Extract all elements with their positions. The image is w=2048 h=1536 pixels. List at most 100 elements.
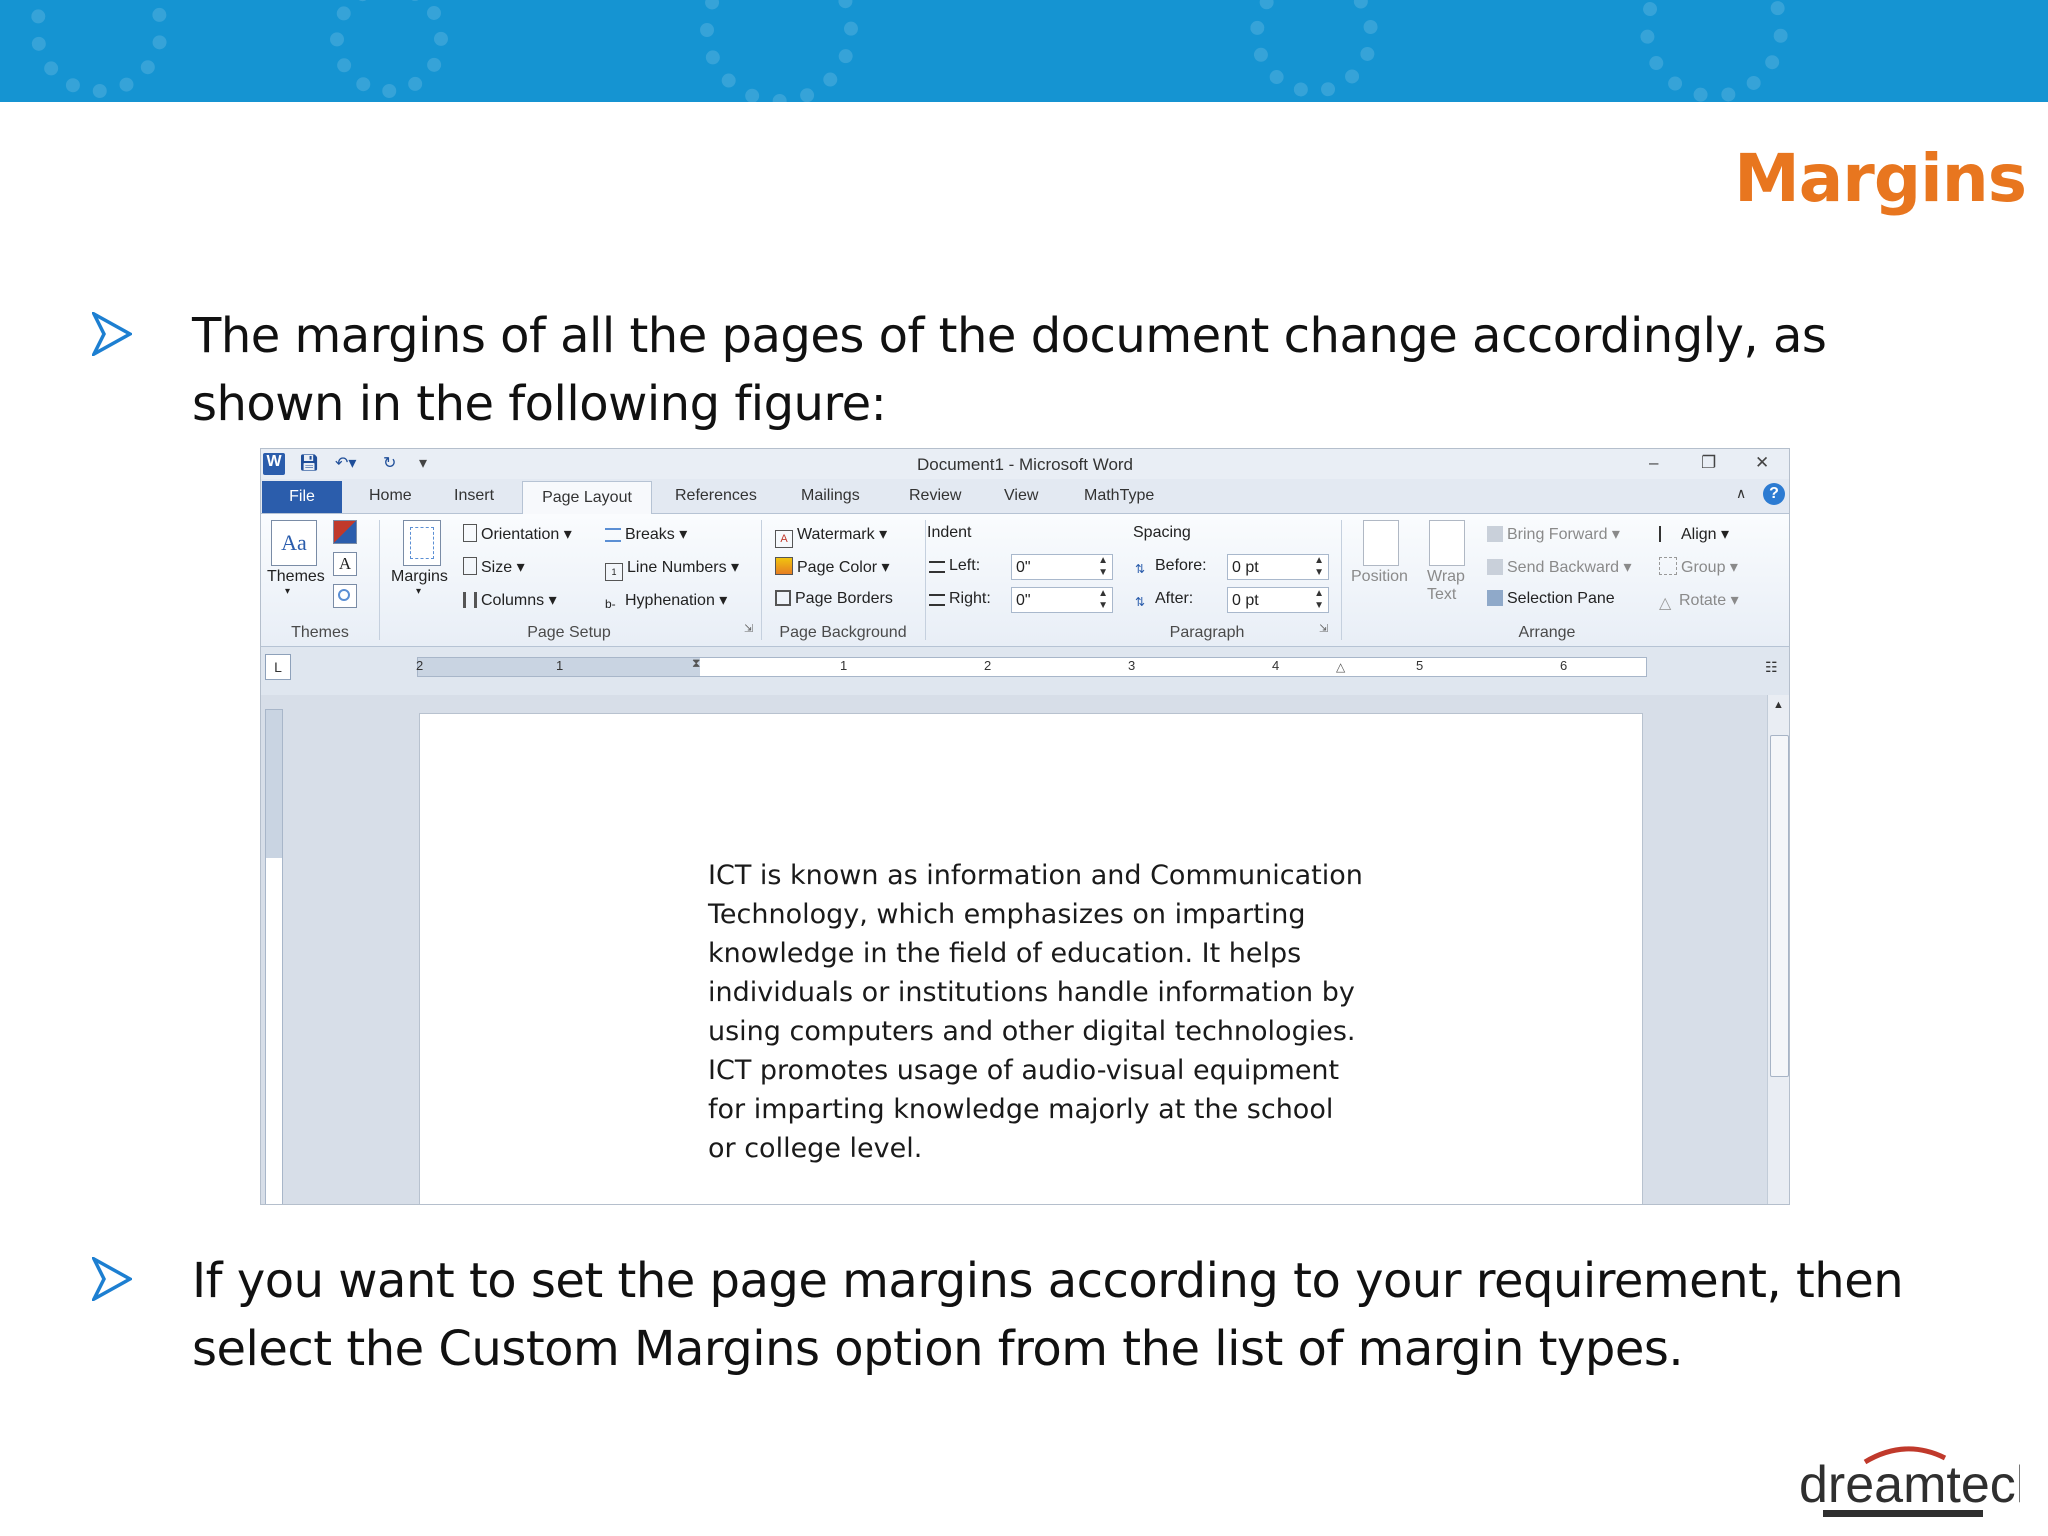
minimize-icon[interactable]: – — [1649, 453, 1658, 473]
spinner-arrows-icon[interactable]: ▲ ▼ — [1314, 588, 1324, 612]
ruler-number: 2 — [416, 658, 424, 673]
spinner-arrows-icon[interactable]: ▲ ▼ — [1098, 588, 1108, 612]
top-margin-area — [266, 710, 282, 858]
group-label: Group — [1681, 559, 1726, 576]
tab-home[interactable]: Home — [369, 487, 412, 505]
margins-button[interactable]: Margins — [391, 568, 448, 586]
ribbon: Aa Themes ▾ A Themes Margins ▾ Orientati… — [261, 514, 1789, 647]
tab-view[interactable]: View — [1004, 487, 1038, 505]
bullet-text: The margins of all the pages of the docu… — [192, 308, 1827, 432]
page-borders-button[interactable]: Page Borders — [775, 590, 893, 608]
ribbon-tab-bar: File Home Insert Page Layout References … — [261, 479, 1789, 515]
selection-pane-icon — [1487, 590, 1503, 606]
decorative-gear — [1640, 0, 1788, 102]
position-icon[interactable] — [1363, 520, 1399, 566]
columns-label: Columns — [481, 592, 545, 609]
align-label: Align — [1681, 526, 1717, 543]
view-ruler-icon[interactable]: ☷ — [1765, 659, 1778, 676]
themes-icon[interactable]: Aa — [271, 520, 317, 566]
tab-insert[interactable]: Insert — [454, 487, 494, 505]
indent-right-label: Right: — [929, 590, 991, 608]
send-backward-button[interactable]: Send Backward ▾ — [1487, 557, 1632, 577]
rotate-button[interactable]: △ Rotate ▾ — [1659, 590, 1739, 612]
page-background-group-label: Page Background — [779, 624, 907, 641]
indent-left-value: 0" — [1016, 559, 1031, 576]
scroll-up-icon[interactable]: ▲ — [1773, 699, 1784, 711]
spinner-arrows-icon[interactable]: ▲ ▼ — [1098, 555, 1108, 579]
tab-references[interactable]: References — [675, 487, 757, 505]
orientation-icon — [463, 524, 477, 542]
collapse-ribbon-icon[interactable]: ∧ — [1736, 485, 1746, 502]
align-button[interactable]: Align ▾ — [1659, 524, 1729, 544]
chevron-down-icon: ▾ — [416, 586, 422, 597]
columns-button[interactable]: Columns ▾ — [463, 590, 557, 610]
page-borders-label: Page Borders — [795, 590, 893, 607]
watermark-button[interactable]: A Watermark ▾ — [775, 524, 887, 548]
bring-forward-button[interactable]: Bring Forward ▾ — [1487, 524, 1620, 544]
document-page[interactable]: ICT is known as information and Communic… — [419, 713, 1643, 1204]
orientation-label: Orientation — [481, 526, 560, 543]
line-numbers-button[interactable]: 1 Line Numbers ▾ — [605, 557, 739, 581]
tab-file[interactable]: File — [262, 481, 342, 513]
wrap-text-button[interactable]: Wrap — [1427, 568, 1465, 586]
indent-left-text: Left: — [949, 557, 981, 574]
page-color-label: Page Color — [797, 559, 878, 576]
send-backward-icon — [1487, 559, 1503, 575]
group-separator — [1341, 520, 1342, 640]
breaks-button[interactable]: Breaks ▾ — [605, 524, 687, 544]
tab-page-layout[interactable]: Page Layout — [522, 481, 652, 515]
spacing-before-text: Before: — [1155, 557, 1207, 574]
restore-icon[interactable]: ❐ — [1701, 453, 1716, 473]
spinner-arrows-icon[interactable]: ▲ ▼ — [1314, 555, 1324, 579]
spacing-before-value: 0 pt — [1232, 559, 1259, 576]
help-icon[interactable]: ? — [1763, 483, 1785, 505]
document-text[interactable]: ICT is known as information and Communic… — [708, 856, 1368, 1168]
ruler-number: 1 — [556, 658, 564, 673]
ruler-number: 4 — [1272, 658, 1280, 673]
close-icon[interactable]: ✕ — [1755, 453, 1769, 473]
logo-swoosh-icon: dreamtech — [1799, 1446, 2045, 1517]
tab-mathtype[interactable]: MathType — [1084, 487, 1154, 505]
right-indent-marker-icon[interactable]: △ — [1336, 660, 1345, 674]
indent-right-input[interactable]: 0" ▲ ▼ — [1011, 587, 1113, 613]
dialog-launcher-icon[interactable]: ⇲ — [744, 622, 753, 635]
spacing-before-input[interactable]: 0 pt ▲ ▼ — [1227, 554, 1329, 580]
group-button[interactable]: Group ▾ — [1659, 557, 1738, 577]
wrap-text-icon[interactable] — [1429, 520, 1465, 566]
left-indent-marker-icon[interactable]: ⧗ — [692, 656, 700, 671]
wrap-text-button-line2: Text — [1427, 586, 1457, 603]
margins-icon[interactable] — [403, 520, 441, 566]
hyphenation-button[interactable]: b‐ Hyphenation ▾ — [605, 590, 727, 613]
hyphenation-icon: b‐ — [605, 597, 616, 611]
orientation-button[interactable]: Orientation ▾ — [463, 524, 572, 544]
theme-fonts-icon[interactable]: A — [333, 552, 357, 576]
tab-selector-button[interactable]: L — [265, 654, 291, 680]
selection-pane-button[interactable]: Selection Pane — [1487, 590, 1615, 608]
vertical-ruler[interactable] — [265, 709, 283, 1204]
position-button[interactable]: Position — [1351, 568, 1408, 586]
size-button[interactable]: Size ▾ — [463, 557, 525, 577]
group-separator — [379, 520, 380, 640]
window-title: Document1 - Microsoft Word — [916, 455, 1134, 474]
page-color-button[interactable]: Page Color ▾ — [775, 557, 890, 577]
watermark-label: Watermark — [797, 526, 875, 543]
tab-mailings[interactable]: Mailings — [801, 487, 860, 505]
theme-effects-icon[interactable] — [333, 584, 357, 608]
horizontal-ruler[interactable]: 2 1 1 2 3 4 5 6 ⧗ △ — [416, 656, 1647, 677]
scrollbar-thumb[interactable] — [1770, 735, 1789, 1077]
tab-review[interactable]: Review — [909, 487, 961, 505]
spacing-after-input[interactable]: 0 pt ▲ ▼ — [1227, 587, 1329, 613]
spacing-after-label: ⇅ After: — [1135, 590, 1193, 611]
indent-left-input[interactable]: 0" ▲ ▼ — [1011, 554, 1113, 580]
bring-forward-label: Bring Forward — [1507, 526, 1608, 543]
theme-colors-icon[interactable] — [333, 520, 357, 544]
dialog-launcher-icon[interactable]: ⇲ — [1319, 622, 1328, 635]
decorative-gear — [330, 0, 448, 98]
watermark-icon: A — [775, 530, 793, 548]
dreamtech-logo: dreamtech — [1795, 1440, 2045, 1520]
decorative-gear — [700, 0, 858, 102]
vertical-scrollbar[interactable]: ▲ — [1767, 695, 1789, 1204]
breaks-label: Breaks — [625, 526, 675, 543]
chevron-down-icon: ▾ — [285, 586, 291, 597]
themes-button[interactable]: Themes — [267, 568, 325, 586]
